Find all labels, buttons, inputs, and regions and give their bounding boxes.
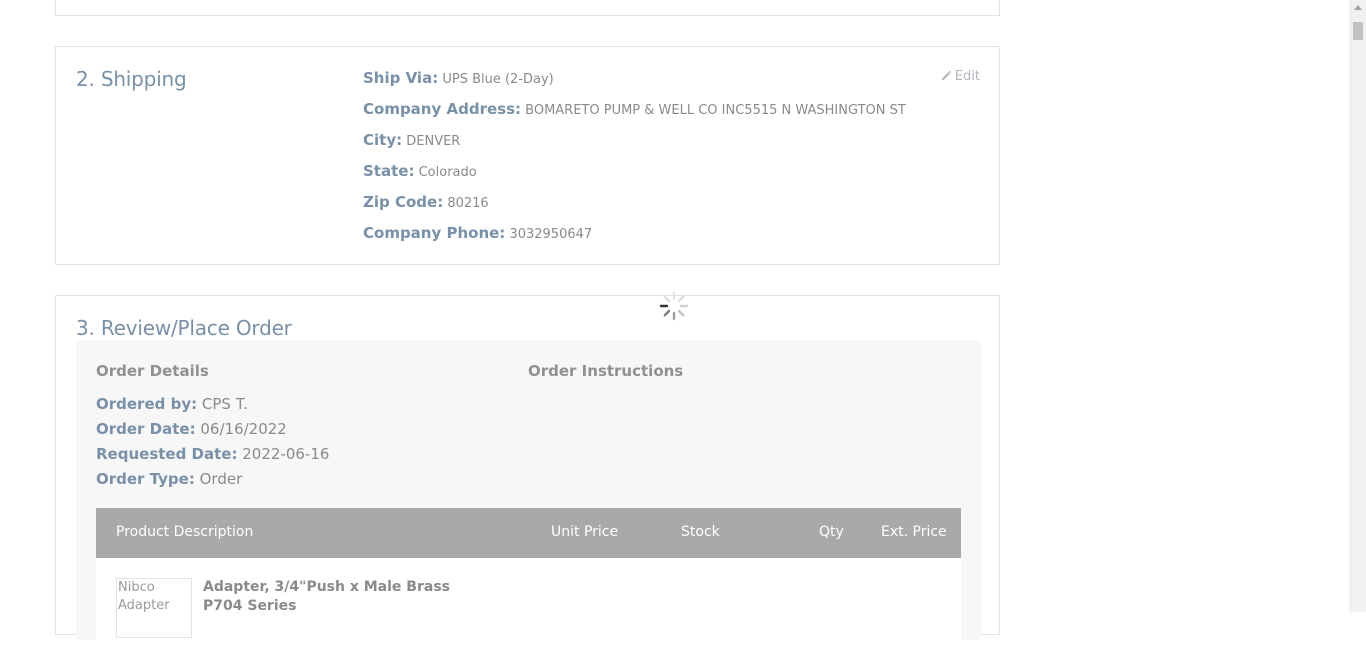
spinner-icon [659,291,689,321]
state-row: State: Colorado [363,162,906,193]
requested-date-row: Requested Date: 2022-06-16 [96,445,329,470]
edit-label: Edit [954,69,980,84]
order-type-value: Order [199,470,243,488]
state-label: State: [363,162,415,180]
ordered-by-row: Ordered by: CPS T. [96,395,329,420]
scroll-up-icon[interactable] [1354,5,1362,10]
company-address-value: BOMARETO PUMP & WELL CO INC5515 N WASHIN… [525,103,906,118]
col-unit-price: Unit Price [551,524,619,540]
zip-row: Zip Code: 80216 [363,193,906,224]
scrollbar-thumb[interactable] [1353,22,1363,40]
order-type-row: Order Type: Order [96,470,329,495]
requested-date-value: 2022-06-16 [242,445,330,463]
review-content: Order Details Order Instructions Ordered… [76,340,981,648]
review-panel: 3. Review/Place Order Order Details Orde… [55,295,1000,648]
product-image[interactable]: Nibco Adapter [116,578,192,638]
order-type-label: Order Type: [96,470,195,488]
ship-via-row: Ship Via: UPS Blue (2-Day) [363,69,906,100]
phone-label: Company Phone: [363,224,506,242]
order-date-value: 06/16/2022 [200,420,287,438]
shipping-title: 2. Shipping [76,67,187,91]
shipping-details: Ship Via: UPS Blue (2-Day) Company Addre… [363,69,906,255]
table-row: Nibco Adapter Adapter, 3/4"Push x Male B… [96,558,961,648]
zip-value: 80216 [447,196,489,211]
order-instructions-heading: Order Instructions [528,362,684,380]
city-label: City: [363,131,403,149]
pencil-icon [941,70,952,80]
order-date-row: Order Date: 06/16/2022 [96,420,329,445]
zip-label: Zip Code: [363,193,444,211]
review-title: 3. Review/Place Order [76,316,292,340]
phone-row: Company Phone: 3032950647 [363,224,906,255]
order-date-label: Order Date: [96,420,196,438]
company-address-row: Company Address: BOMARETO PUMP & WELL CO… [363,100,906,131]
edit-shipping-button[interactable]: Edit [941,69,980,84]
city-value: DENVER [406,134,461,149]
city-row: City: DENVER [363,131,906,162]
order-table-header: Product Description Unit Price Stock Qty… [96,508,961,558]
ship-via-value: UPS Blue (2-Day) [442,72,554,87]
page-scrollbar[interactable] [1349,0,1366,612]
ordered-by-value: CPS T. [201,395,248,413]
col-stock: Stock [681,524,720,540]
ordered-by-label: Ordered by: [96,395,198,413]
col-qty: Qty [819,524,844,540]
col-product-description: Product Description [116,524,254,540]
state-value: Colorado [418,165,477,180]
phone-value: 3032950647 [509,227,593,242]
order-details: Ordered by: CPS T. Order Date: 06/16/202… [96,395,329,495]
ship-via-label: Ship Via: [363,69,439,87]
shipping-panel: 2. Shipping Edit Ship Via: UPS Blue (2-D… [55,46,1000,265]
previous-section-panel [55,0,1000,16]
company-address-label: Company Address: [363,100,521,118]
col-ext-price: Ext. Price [881,524,947,540]
requested-date-label: Requested Date: [96,445,238,463]
product-description[interactable]: Adapter, 3/4"Push x Male Brass P704 Seri… [203,578,483,616]
order-details-heading: Order Details [96,362,209,380]
